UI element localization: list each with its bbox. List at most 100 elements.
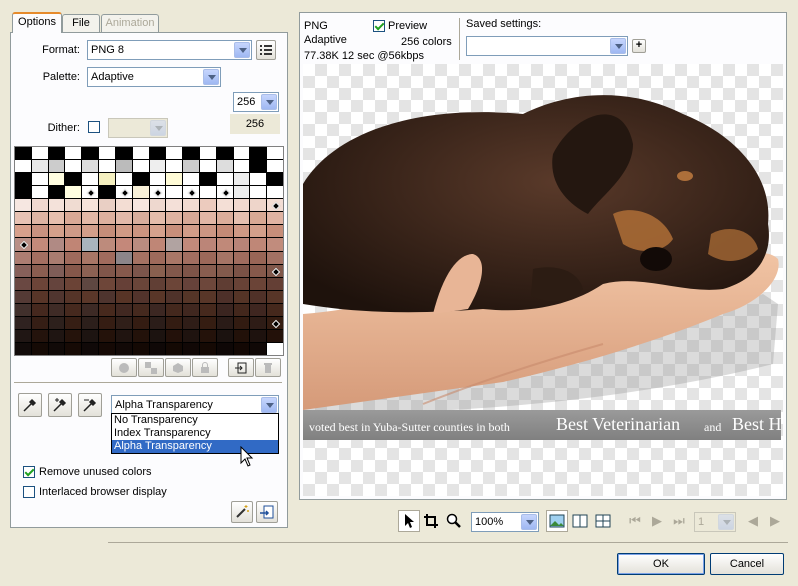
palette-swatch[interactable]	[115, 251, 132, 264]
palette-swatch[interactable]	[31, 199, 48, 212]
palette-swatch[interactable]	[132, 147, 149, 160]
palette-swatch[interactable]	[267, 199, 283, 212]
palette-swatch[interactable]	[233, 173, 250, 186]
palette-swatch[interactable]	[149, 290, 166, 303]
palette-swatch[interactable]	[149, 238, 166, 251]
palette-swatch[interactable]	[65, 277, 82, 290]
palette-swatch[interactable]	[48, 199, 65, 212]
palette-swatch[interactable]	[166, 264, 183, 277]
palette-swatch[interactable]	[183, 186, 199, 199]
palette-swatch[interactable]	[149, 329, 166, 342]
palette-swatch[interactable]	[250, 160, 267, 173]
palette-swatch[interactable]	[82, 277, 99, 290]
ok-button[interactable]: OK	[617, 553, 705, 575]
palette-swatch[interactable]	[65, 290, 82, 303]
palette-swatch[interactable]	[99, 212, 115, 225]
palette-swatch[interactable]	[267, 238, 283, 251]
palette-swatch[interactable]	[31, 342, 48, 355]
palette-swatch[interactable]	[15, 264, 31, 277]
palette-swatch[interactable]	[15, 316, 31, 329]
palette-swatch[interactable]	[250, 225, 267, 238]
palette-swatch[interactable]	[99, 303, 115, 316]
palette-swatch[interactable]	[267, 329, 283, 342]
palette-swatch[interactable]	[31, 290, 48, 303]
palette-swatch[interactable]	[233, 199, 250, 212]
remove-unused-checkbox[interactable]	[23, 466, 35, 478]
palette-swatch[interactable]	[115, 264, 132, 277]
palette-swatch[interactable]	[65, 238, 82, 251]
palette-swatch[interactable]	[48, 212, 65, 225]
eyedropper-subtract-button[interactable]	[78, 393, 102, 417]
palette-swatch[interactable]	[250, 290, 267, 303]
palette-swatch[interactable]	[65, 329, 82, 342]
palette-swatch[interactable]	[183, 329, 199, 342]
palette-swatch[interactable]	[48, 277, 65, 290]
tab-file[interactable]: File	[62, 14, 100, 32]
palette-swatch[interactable]	[82, 160, 99, 173]
palette-swatch[interactable]	[99, 277, 115, 290]
palette-swatch[interactable]	[233, 329, 250, 342]
palette-swatch[interactable]	[15, 186, 31, 199]
palette-swatch[interactable]	[267, 290, 283, 303]
palette-swatch[interactable]	[99, 316, 115, 329]
palette-swatch[interactable]	[82, 264, 99, 277]
palette-swatch[interactable]	[250, 147, 267, 160]
palette-swatch[interactable]	[15, 303, 31, 316]
eyedropper-add-button[interactable]	[48, 393, 72, 417]
palette-swatch[interactable]	[48, 316, 65, 329]
dither-checkbox[interactable]	[88, 121, 100, 133]
palette-swatch[interactable]	[166, 303, 183, 316]
palette-swatch[interactable]	[199, 173, 216, 186]
palette-swatch[interactable]	[233, 225, 250, 238]
palette-swatch[interactable]	[82, 212, 99, 225]
palette-swatch[interactable]	[199, 251, 216, 264]
palette-swatch[interactable]	[99, 251, 115, 264]
palette-swatch[interactable]	[48, 329, 65, 342]
palette-swatch[interactable]	[183, 199, 199, 212]
palette-swatch[interactable]	[99, 199, 115, 212]
palette-swatch[interactable]	[199, 212, 216, 225]
transparency-option-index[interactable]: Index Transparency	[112, 427, 278, 440]
palette-swatch[interactable]	[99, 238, 115, 251]
palette-swatch[interactable]	[267, 160, 283, 173]
palette-swatch[interactable]	[233, 160, 250, 173]
palette-swatch[interactable]	[216, 316, 233, 329]
palette-swatch[interactable]	[132, 264, 149, 277]
palette-swatch[interactable]	[82, 342, 99, 355]
palette-swatch[interactable]	[250, 212, 267, 225]
palette-swatch[interactable]	[82, 225, 99, 238]
palette-swatch[interactable]	[216, 238, 233, 251]
crop-tool[interactable]	[420, 510, 442, 532]
palette-swatch[interactable]	[166, 329, 183, 342]
palette-swatch[interactable]	[166, 342, 183, 355]
palette-swatch[interactable]	[166, 238, 183, 251]
palette-swatch[interactable]	[132, 186, 149, 199]
palette-swatch[interactable]	[115, 225, 132, 238]
color-palette-grid[interactable]	[14, 146, 284, 356]
palette-swatch[interactable]	[99, 186, 115, 199]
palette-swatch[interactable]	[199, 342, 216, 355]
palette-swatch[interactable]	[31, 225, 48, 238]
palette-swatch[interactable]	[99, 342, 115, 355]
palette-swatch[interactable]	[149, 147, 166, 160]
palette-swatch[interactable]	[48, 225, 65, 238]
palette-swatch[interactable]	[115, 329, 132, 342]
palette-swatch[interactable]	[149, 342, 166, 355]
palette-swatch[interactable]	[149, 264, 166, 277]
palette-swatch[interactable]	[149, 316, 166, 329]
palette-swatch[interactable]	[183, 225, 199, 238]
palette-swatch[interactable]	[132, 160, 149, 173]
palette-swatch[interactable]	[65, 225, 82, 238]
palette-swatch[interactable]	[15, 277, 31, 290]
palette-swatch[interactable]	[31, 303, 48, 316]
palette-swatch[interactable]	[15, 329, 31, 342]
palette-swatch[interactable]	[199, 329, 216, 342]
palette-swatch[interactable]	[99, 147, 115, 160]
colors-select[interactable]: 256	[233, 92, 279, 112]
palette-swatch[interactable]	[199, 316, 216, 329]
palette-swatch[interactable]	[115, 277, 132, 290]
palette-swatch[interactable]	[250, 329, 267, 342]
palette-swatch[interactable]	[166, 290, 183, 303]
palette-swatch[interactable]	[183, 264, 199, 277]
palette-swatch[interactable]	[65, 212, 82, 225]
